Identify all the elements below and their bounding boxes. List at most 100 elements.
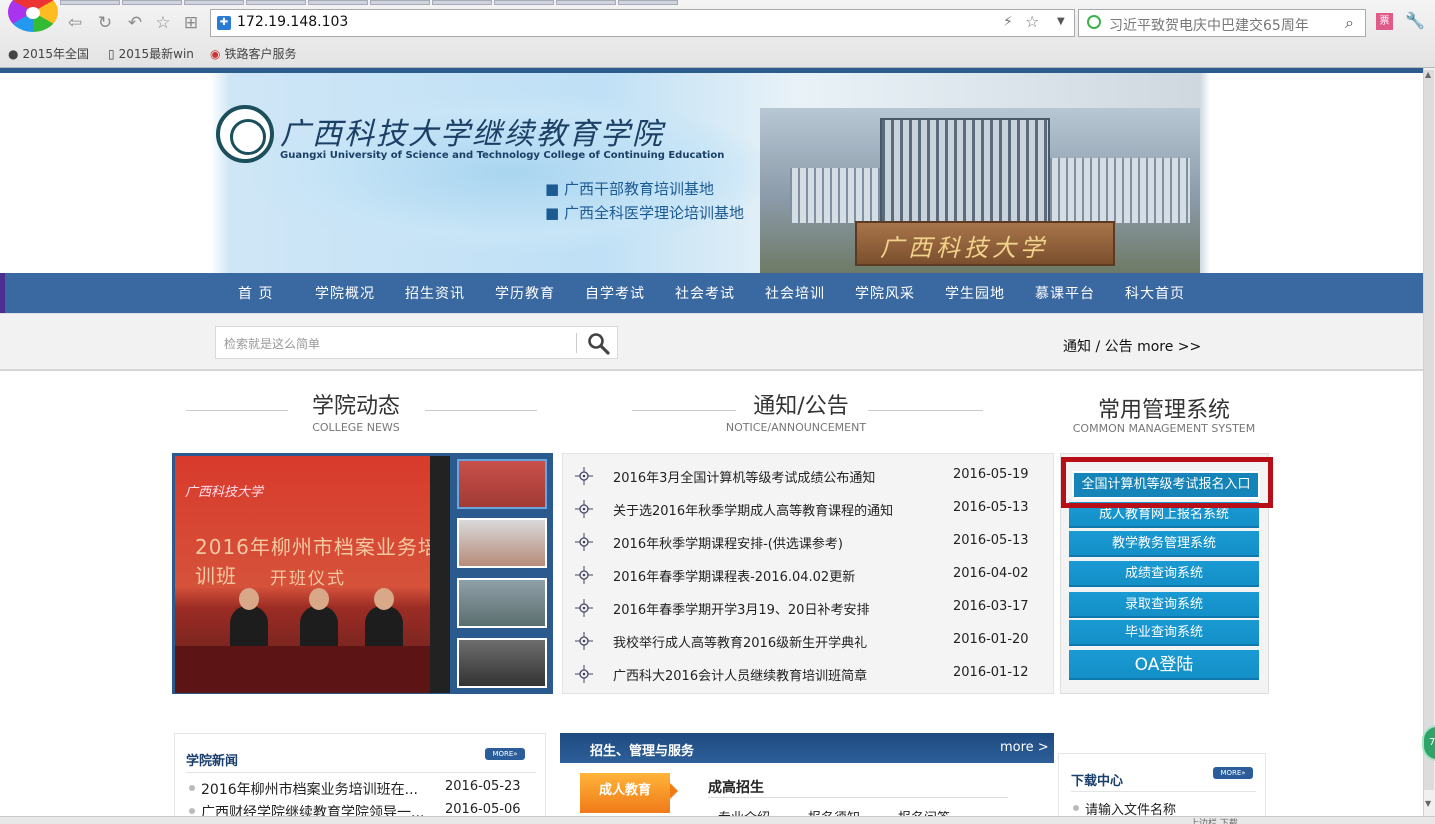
slide-thumb[interactable] <box>457 638 547 688</box>
nav-item-home[interactable]: 首 页 <box>238 283 273 303</box>
nav-item-students[interactable]: 学生园地 <box>945 283 1005 303</box>
address-bar[interactable]: ✚ 172.19.148.103 ⚡ ☆ ▼ <box>210 9 1075 37</box>
nav-item-social-exam[interactable]: 社会考试 <box>675 283 735 303</box>
nav-item-training[interactable]: 社会培训 <box>765 283 825 303</box>
academic-affairs-button[interactable]: 教学教务管理系统 <box>1069 531 1259 557</box>
browser-logo-icon[interactable] <box>8 0 58 32</box>
notice-row[interactable]: 我校举行成人高等教育2016级新生开学典礼 2016-01-20 <box>563 624 1055 657</box>
notice-row[interactable]: 关于选2016年秋季学期成人高等教育课程的通知 2016-05-13 <box>563 492 1055 525</box>
back-icon[interactable]: ⇦ <box>64 12 86 34</box>
download-block: 下载中心 MORE» 请输入文件名称 <box>1058 753 1266 816</box>
notice-title[interactable]: 2016年春季学期课程表-2016.04.02更新 <box>613 566 855 585</box>
nav-item-degree[interactable]: 学历教育 <box>495 283 555 303</box>
more-button[interactable]: MORE» <box>485 748 525 760</box>
bookmark-icon: ● <box>8 46 19 61</box>
search-icon[interactable] <box>586 331 612 357</box>
more-button[interactable]: MORE» <box>1213 767 1253 779</box>
recruit-link[interactable]: 报名问答 <box>898 807 950 816</box>
extension-icon[interactable]: 票 <box>1376 13 1393 30</box>
section-sub-news: COLLEGE NEWS <box>312 421 400 434</box>
bookmark-item[interactable]: ▯ 2015最新win <box>108 45 194 62</box>
notice-title[interactable]: 关于选2016年秋季学期成人高等教育课程的通知 <box>613 500 893 519</box>
search-icon[interactable]: ⌕ <box>1345 13 1354 33</box>
web-page: 广西科技大学继续教育学院 Guangxi University of Scien… <box>0 68 1423 816</box>
search-placeholder: 检索就是这么简单 <box>224 337 321 351</box>
grade-query-button[interactable]: 成绩查询系统 <box>1069 561 1259 587</box>
nav-item-about[interactable]: 学院概况 <box>315 283 375 303</box>
campus-photo <box>880 118 1050 223</box>
tab-strip[interactable] <box>60 0 1435 5</box>
url-text[interactable]: 172.19.148.103 <box>237 14 348 30</box>
news-item[interactable]: 2016年柳州市档案业务培训班在... <box>201 779 418 799</box>
wrench-icon[interactable]: 🔧 <box>1405 11 1425 30</box>
scroll-up-icon[interactable]: ▲ <box>1425 70 1431 79</box>
search-text[interactable]: 习近平致贺电庆中巴建交65周年 <box>1109 15 1309 35</box>
flash-icon[interactable]: ⚡ <box>1003 14 1013 30</box>
slide-thumb[interactable] <box>457 578 547 628</box>
notice-date: 2016-04-02 <box>953 566 1029 581</box>
notice-title[interactable]: 2016年3月全国计算机等级考试成绩公布通知 <box>613 467 875 486</box>
news-date: 2016-05-23 <box>445 779 521 794</box>
browser-toolbar: ⇦ ↻ ↶ ☆ ⊞ ✚ 172.19.148.103 ⚡ ☆ ▼ 习近平致贺电庆… <box>0 0 1435 68</box>
divider <box>868 410 983 411</box>
bookmarks-bar: ● 2015年全国 ▯ 2015最新win ◉ 铁路客户服务 <box>0 40 1435 66</box>
banner-item: ■ 广西全科医学理论培训基地 <box>545 204 744 222</box>
recruit-heading: 成高招生 <box>708 780 764 796</box>
slide-thumb[interactable] <box>457 518 547 568</box>
recruit-link[interactable]: 专业介绍 <box>718 807 770 816</box>
star-icon[interactable]: ☆ <box>152 12 174 34</box>
section-title-systems: 常用管理系统 <box>1097 398 1230 423</box>
admission-query-button[interactable]: 录取查询系统 <box>1069 592 1259 618</box>
nav-item-university-home[interactable]: 科大首页 <box>1125 283 1185 303</box>
target-bullet-icon <box>575 599 593 617</box>
download-item[interactable]: 请输入文件名称 <box>1085 799 1176 816</box>
divider <box>425 410 537 411</box>
undo-icon[interactable]: ↶ <box>124 12 146 34</box>
search-box[interactable]: 习近平致贺电庆中巴建交65周年 ⌕ <box>1078 9 1366 37</box>
slide-thumb[interactable] <box>457 459 547 509</box>
favorite-star-icon[interactable]: ☆ <box>1025 12 1039 31</box>
recruit-more-link[interactable]: more > <box>1000 740 1049 755</box>
nav-item-gallery[interactable]: 学院风采 <box>855 283 915 303</box>
news-slideshow[interactable]: 广西科技大学 2016年柳州市档案业务培训班 开班仪式 <box>172 453 553 694</box>
oa-login-button[interactable]: OA登陆 <box>1069 650 1259 680</box>
graduation-query-button[interactable]: 毕业查询系统 <box>1069 620 1259 646</box>
nav-item-admissions[interactable]: 招生资讯 <box>405 283 465 303</box>
notice-date: 2016-05-19 <box>953 467 1029 482</box>
dropdown-icon[interactable]: ▼ <box>1057 16 1065 27</box>
site-search-input[interactable]: 检索就是这么简单 <box>215 326 618 359</box>
search-engine-icon <box>1087 15 1101 29</box>
grid-icon[interactable]: ⊞ <box>180 12 202 34</box>
nav-item-mooc[interactable]: 慕课平台 <box>1035 283 1095 303</box>
recruit-link[interactable]: 报名须知 <box>808 807 860 816</box>
notice-more-link[interactable]: 通知 / 公告 more >> <box>1063 336 1201 356</box>
bookmark-item[interactable]: ◉ 铁路客户服务 <box>210 45 297 62</box>
refresh-icon[interactable]: ↻ <box>94 12 116 34</box>
target-bullet-icon <box>575 632 593 650</box>
section-sub-notice: NOTICE/ANNOUNCEMENT <box>725 421 867 434</box>
nav-item-self-exam[interactable]: 自学考试 <box>585 283 645 303</box>
notice-title[interactable]: 我校举行成人高等教育2016级新生开学典礼 <box>613 632 867 651</box>
tab-adult-education[interactable]: 成人教育 <box>580 773 670 813</box>
scroll-down-icon[interactable]: ▼ <box>1425 799 1431 808</box>
main-nav: 首 页 学院概况 招生资讯 学历教育 自学考试 社会考试 社会培训 学院风采 学… <box>0 273 1423 313</box>
bookmark-item[interactable]: ● 2015年全国 <box>8 45 89 62</box>
slide-logo: 广西科技大学 <box>185 485 264 500</box>
podium <box>175 646 450 693</box>
scroll-thumb[interactable] <box>1424 70 1434 790</box>
college-news-title: 学院新闻 <box>186 754 239 769</box>
notice-row[interactable]: 2016年春季学期课程表-2016.04.02更新 2016-04-02 <box>563 558 1055 591</box>
news-item[interactable]: 广西财经学院继续教育学院领导一... <box>201 802 424 816</box>
notice-title[interactable]: 2016年秋季学期课程安排-(供选课参考) <box>613 533 843 552</box>
slide-image[interactable]: 广西科技大学 2016年柳州市档案业务培训班 开班仪式 <box>175 456 450 693</box>
notice-title[interactable]: 2016年春季学期开学3月19、20日补考安排 <box>613 599 869 618</box>
status-text: 上边栏 下载 <box>1190 819 1238 824</box>
divider <box>632 410 736 411</box>
notice-row[interactable]: 2016年秋季学期课程安排-(供选课参考) 2016-05-13 <box>563 525 1055 558</box>
notice-row[interactable]: 2016年春季学期开学3月19、20日补考安排 2016-03-17 <box>563 591 1055 624</box>
banner-item: ■ 广西干部教育培训基地 <box>545 180 714 198</box>
notice-row[interactable]: 广西科大2016会计人员继续教育培训班简章 2016-01-12 <box>563 657 1055 690</box>
target-bullet-icon <box>575 533 593 551</box>
notice-row[interactable]: 2016年3月全国计算机等级考试成绩公布通知 2016-05-19 <box>563 459 1055 492</box>
notice-title[interactable]: 广西科大2016会计人员继续教育培训班简章 <box>613 665 867 684</box>
